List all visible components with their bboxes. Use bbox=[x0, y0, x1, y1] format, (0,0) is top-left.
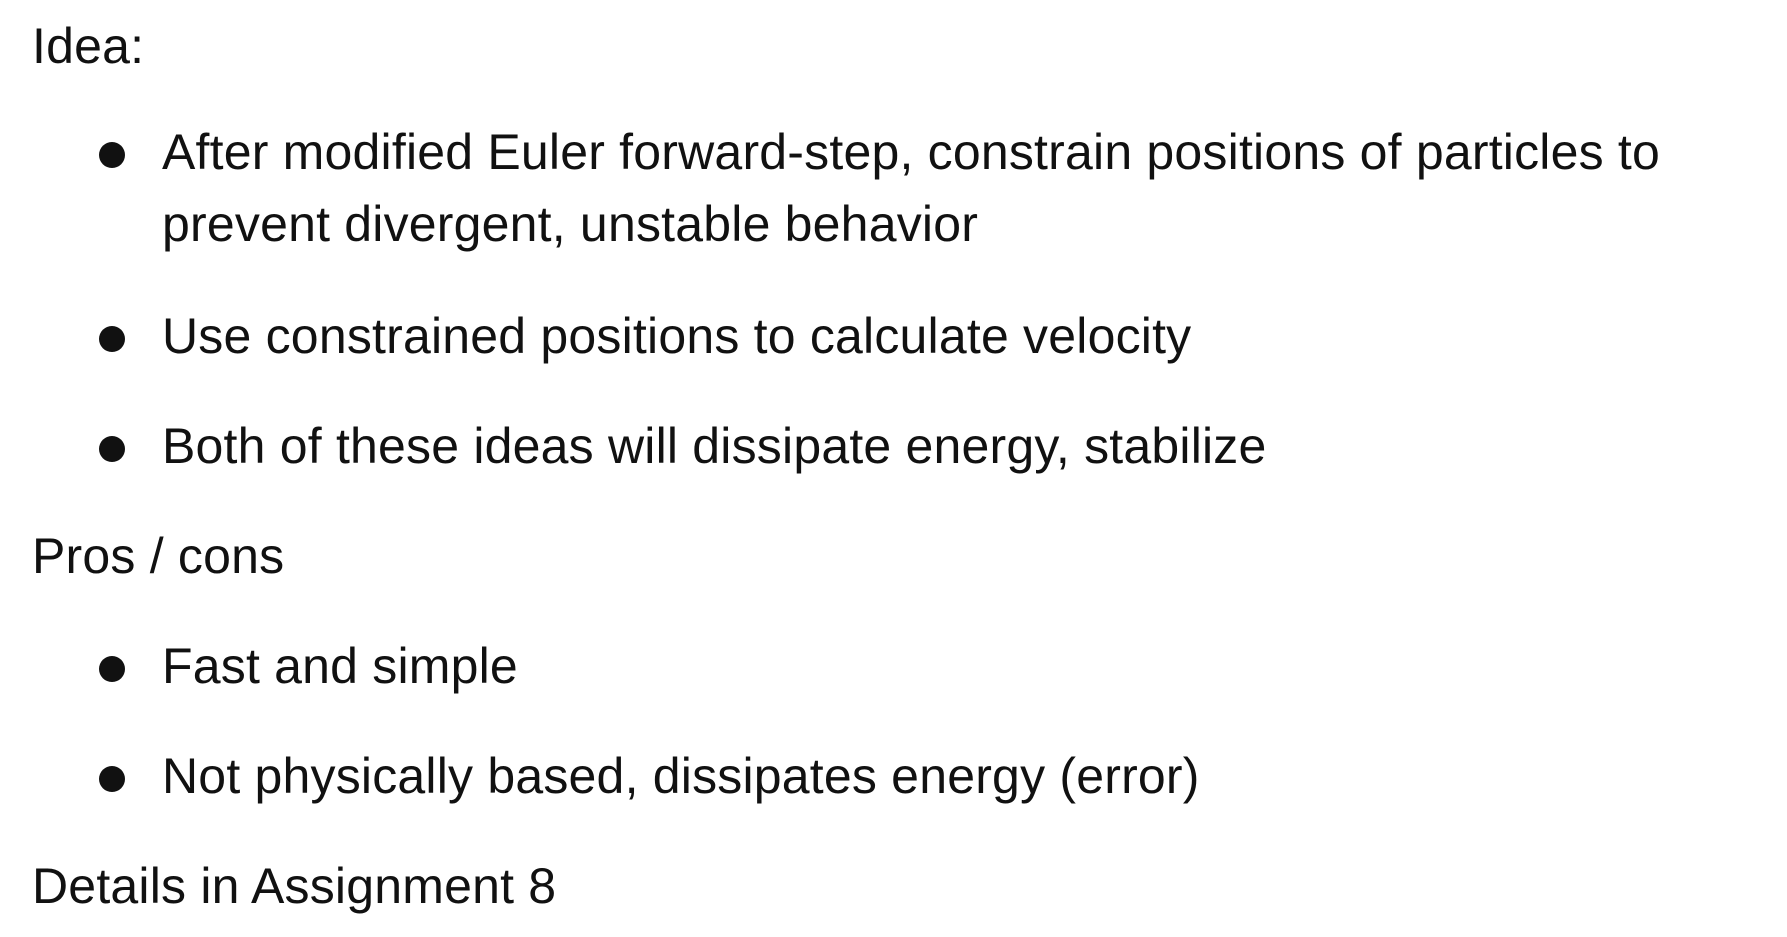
section-heading-idea: Idea: bbox=[32, 18, 145, 74]
list-item-text: Use constrained positions to calculate v… bbox=[162, 308, 1192, 364]
section-heading-pros-cons: Pros / cons bbox=[32, 528, 285, 584]
list-item-text: Fast and simple bbox=[162, 638, 518, 694]
bullet-icon bbox=[99, 656, 125, 682]
list-item-text: Not physically based, dissipates energy … bbox=[162, 748, 1200, 804]
section-heading-details: Details in Assignment 8 bbox=[32, 858, 557, 914]
list-item-text: After modified Euler forward-step, const… bbox=[162, 124, 1661, 252]
bullet-icon bbox=[99, 142, 125, 168]
bullet-icon bbox=[99, 766, 125, 792]
bullet-icon bbox=[99, 326, 125, 352]
list-item-text: Both of these ideas will dissipate energ… bbox=[162, 418, 1267, 474]
bullet-icon bbox=[99, 436, 125, 462]
